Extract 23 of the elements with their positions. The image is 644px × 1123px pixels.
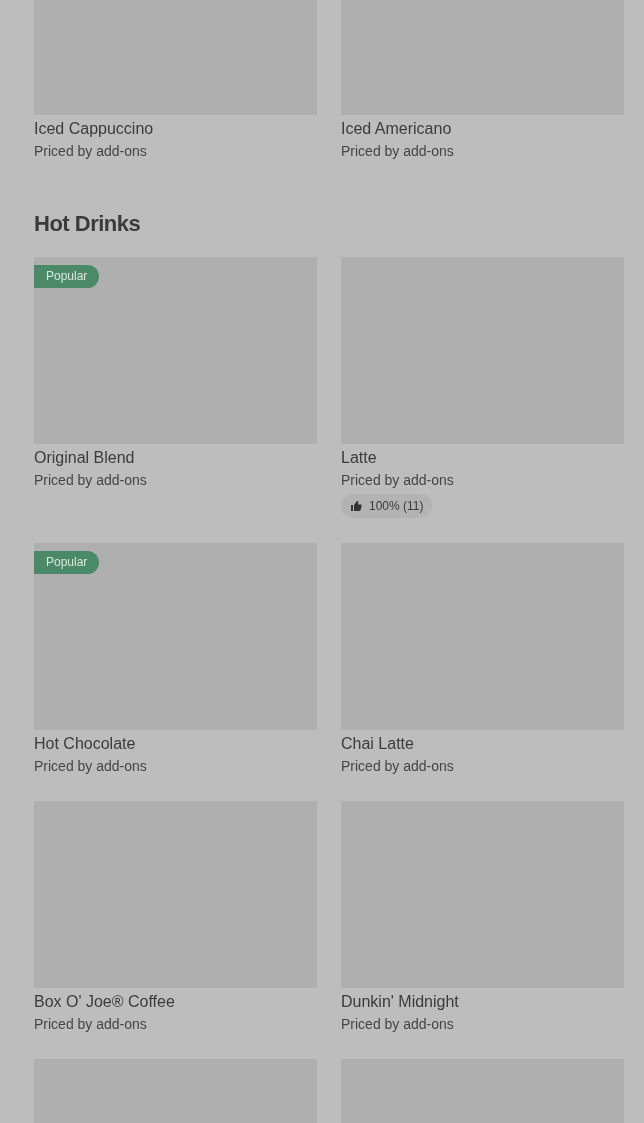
item-price: Priced by add-ons — [341, 1015, 455, 1034]
item-price: Priced by add-ons — [341, 142, 455, 161]
item-price: Priced by add-ons — [341, 471, 455, 490]
popular-badge: Popular — [34, 551, 100, 574]
item-name[interactable]: Dunkin' Midnight — [341, 992, 624, 1012]
popular-badge: Popular — [34, 265, 100, 288]
rating-text: 100% (11) — [369, 499, 424, 513]
section-heading: Hot Drinks — [34, 210, 142, 238]
item-name[interactable]: Iced Cappuccino — [34, 119, 317, 139]
item-price: Priced by add-ons — [34, 471, 148, 490]
item-price: Priced by add-ons — [34, 757, 148, 776]
item-name[interactable]: Original Blend — [34, 448, 317, 468]
item-name[interactable]: Iced Americano — [341, 119, 624, 139]
item-name[interactable]: Hot Chocolate — [34, 734, 317, 754]
item-name[interactable]: Box O' Joe® Coffee — [34, 992, 317, 1012]
item-price: Priced by add-ons — [341, 757, 455, 776]
item-price: Priced by add-ons — [34, 142, 148, 161]
item-name[interactable]: Chai Latte — [341, 734, 624, 754]
thumbs-up-icon — [350, 500, 362, 512]
item-name[interactable]: Latte — [341, 448, 624, 468]
item-price: Priced by add-ons — [34, 1015, 148, 1034]
image-placeholder[interactable]: Popular — [34, 543, 317, 730]
image-placeholder[interactable]: Popular — [34, 257, 317, 444]
